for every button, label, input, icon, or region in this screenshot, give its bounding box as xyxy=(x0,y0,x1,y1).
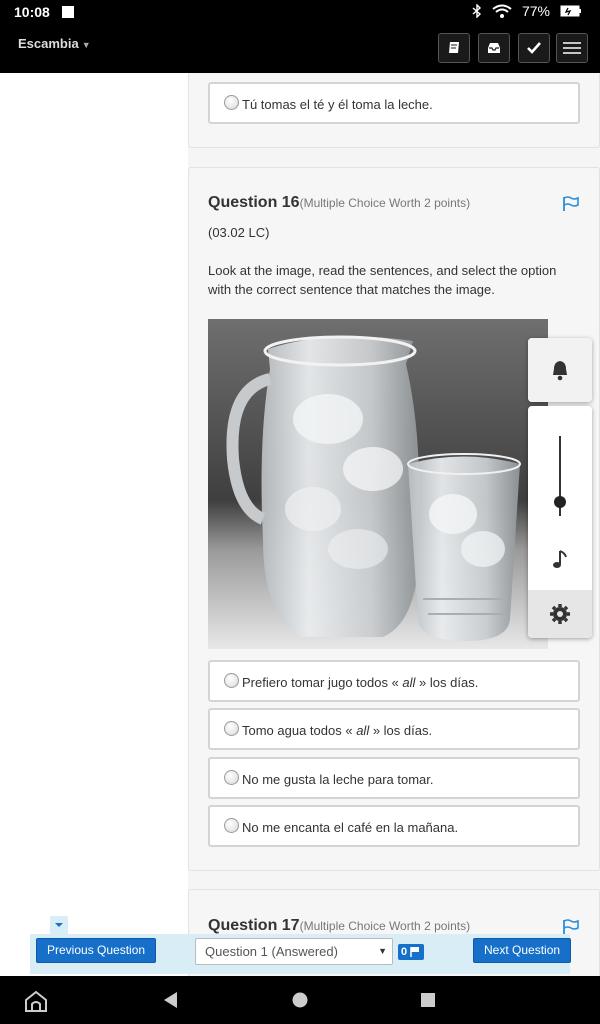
option-text: Tú tomas el té y él toma la leche. xyxy=(242,97,433,112)
status-time: 10:08 xyxy=(14,4,50,20)
inbox-button[interactable] xyxy=(478,33,510,63)
menu-icon xyxy=(563,42,581,54)
bluetooth-icon xyxy=(472,4,481,18)
option-text: Prefiero tomar jugo todos « all » los dí… xyxy=(242,675,479,690)
radio-button[interactable] xyxy=(224,770,239,785)
question-number: Question 17 xyxy=(208,917,300,934)
battery-percent: 77% xyxy=(521,3,550,19)
volume-slider-handle[interactable] xyxy=(554,496,566,508)
status-bar: 10:08 77% xyxy=(0,0,600,25)
menu-button[interactable] xyxy=(556,33,588,63)
home-icon[interactable] xyxy=(291,991,309,1009)
quiz-content[interactable]: Tú tomas el té y él toma la leche. Quest… xyxy=(0,73,600,976)
flag-icon[interactable] xyxy=(562,919,580,935)
inbox-icon xyxy=(488,43,500,53)
question-worth: (Multiple Choice Worth 2 points) xyxy=(299,196,471,210)
book-icon xyxy=(449,42,459,53)
option-text: No me encanta el café en la mañana. xyxy=(242,820,459,835)
flag-count-badge[interactable]: 0 xyxy=(398,944,425,960)
app-header: Escambia ▼ xyxy=(0,25,600,73)
submit-check-button[interactable] xyxy=(518,33,550,63)
question-prompt: Look at the image, read the sentences, a… xyxy=(208,263,557,297)
radio-button[interactable] xyxy=(224,95,239,110)
question-worth: (Multiple Choice Worth 2 points) xyxy=(299,919,471,933)
back-icon[interactable] xyxy=(162,991,180,1009)
music-note-icon xyxy=(553,550,567,568)
question-title: Question 17(Multiple Choice Worth 2 poin… xyxy=(208,917,470,935)
flag-icon[interactable] xyxy=(562,196,580,212)
notification-panel xyxy=(528,338,592,402)
quiz-navigation: Previous Question Question 1 (Answered) … xyxy=(30,934,572,974)
caret-down-icon xyxy=(55,923,63,927)
question-select-value: Question 1 (Answered) xyxy=(205,944,338,959)
question-code: (03.02 LC) xyxy=(208,225,270,240)
kiosk-home-icon[interactable] xyxy=(24,990,48,1012)
radio-button[interactable] xyxy=(224,721,239,736)
previous-question-button[interactable]: Previous Question xyxy=(36,938,157,963)
notification-icon xyxy=(62,6,74,18)
bell-button[interactable] xyxy=(528,338,592,402)
android-nav-bar xyxy=(0,976,600,1024)
question-number: Question 16 xyxy=(208,194,300,211)
option-4[interactable]: No me encanta el café en la mañana. xyxy=(208,805,580,847)
next-question-button[interactable]: Next Question xyxy=(473,938,572,963)
school-name: Escambia xyxy=(18,36,79,51)
option-1[interactable]: Prefiero tomar jugo todos « all » los dí… xyxy=(208,660,580,702)
check-icon xyxy=(527,42,541,54)
option-text: Tomo agua todos « all » los días. xyxy=(242,723,433,738)
recents-icon[interactable] xyxy=(420,992,436,1008)
question-select[interactable]: Question 1 (Answered) ▼ xyxy=(195,938,393,965)
option-2[interactable]: Tomo agua todos « all » los días. xyxy=(208,708,580,750)
battery-icon xyxy=(560,5,581,17)
book-button[interactable] xyxy=(438,33,470,63)
radio-button[interactable] xyxy=(224,818,239,833)
chevron-down-icon: ▼ xyxy=(81,40,91,50)
left-column xyxy=(0,73,188,976)
dropdown-arrow-icon: ▼ xyxy=(378,946,387,956)
audio-panel xyxy=(528,406,592,638)
question-image xyxy=(208,319,548,649)
music-button[interactable] xyxy=(528,540,592,580)
flag-count: 0 xyxy=(401,946,408,958)
wifi-icon xyxy=(492,4,512,18)
bell-icon xyxy=(553,361,567,381)
option-prev-last[interactable]: Tú tomas el té y él toma la leche. xyxy=(208,82,580,124)
gear-icon xyxy=(550,604,570,624)
status-indicators: 77% xyxy=(472,3,582,19)
flag-icon xyxy=(410,947,420,957)
option-3[interactable]: No me gusta la leche para tomar. xyxy=(208,757,580,799)
question-title: Question 16(Multiple Choice Worth 2 poin… xyxy=(208,194,470,212)
radio-button[interactable] xyxy=(224,673,239,688)
option-text: No me gusta la leche para tomar. xyxy=(242,772,434,787)
collapse-nav-button[interactable] xyxy=(50,916,68,934)
school-selector[interactable]: Escambia ▼ xyxy=(18,36,91,51)
settings-button[interactable] xyxy=(528,590,592,638)
question-card-prev: Tú tomas el té y él toma la leche. xyxy=(188,73,600,148)
